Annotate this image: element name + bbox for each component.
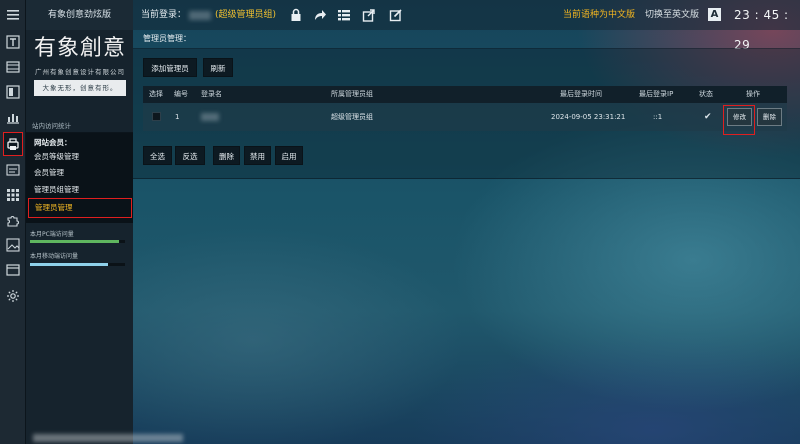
text-icon[interactable]: [3, 32, 23, 52]
username-redacted: [189, 11, 211, 20]
table-header: 选择 编号 登录名 所属管理员组 最后登录时间 最后登录IP 状态 操作: [143, 86, 787, 103]
language-icon[interactable]: A: [708, 8, 721, 21]
top-bar: 当前登录： (超级管理员组) 当前语种为中文版 切换至英文版 A 23 : 45…: [133, 0, 800, 52]
html-icon[interactable]: [3, 160, 23, 180]
table-row: 1 超级管理员组 2024-09-05 23:31:21 ::1 ✔ 修改 删除: [143, 103, 787, 131]
status-check-icon: ✔: [704, 112, 712, 122]
lock-icon[interactable]: [288, 7, 304, 23]
enable-button[interactable]: 启用: [275, 146, 303, 165]
add-admin-button[interactable]: 添加管理员: [143, 58, 197, 77]
row-id: 1: [175, 113, 180, 121]
col-last-login-time: 最后登录时间: [560, 90, 602, 98]
footer-redacted: [33, 434, 183, 442]
col-actions: 操作: [746, 90, 760, 98]
menu-icon[interactable]: [0, 0, 26, 30]
refresh-button[interactable]: 刷新: [203, 58, 233, 77]
invert-selection-button[interactable]: 反选: [175, 146, 205, 165]
sidebar-item-member-levels[interactable]: 会员等级管理: [26, 149, 133, 165]
col-group: 所属管理员组: [331, 90, 373, 98]
window-icon[interactable]: [3, 260, 23, 280]
sidebar: 有象创意劲炫版 有象創意 广州有象创意设计有限公司 大象无形，创意有形。 站内访…: [26, 0, 133, 444]
pc-visits-label: 本月PC端访问量: [30, 231, 74, 238]
row-group: 超级管理员组: [331, 113, 373, 121]
puzzle-icon[interactable]: [3, 210, 23, 230]
mobile-visits-label: 本月移动端访问量: [30, 253, 79, 260]
admin-app: 有象创意劲炫版 有象創意 广州有象创意设计有限公司 大象无形，创意有形。 站内访…: [0, 0, 800, 444]
divider: [133, 178, 800, 179]
current-login-label: 当前登录：: [141, 10, 187, 20]
delete-row-button[interactable]: 删除: [757, 108, 782, 126]
printer-icon[interactable]: [3, 132, 23, 156]
layout-icon[interactable]: [3, 57, 23, 77]
logo-wordmark: 有象創意: [33, 36, 126, 61]
chart-icon[interactable]: [3, 107, 23, 127]
image-icon[interactable]: [3, 235, 23, 255]
row-last-login-ip: ::1: [653, 113, 663, 121]
page-title: 管理员管理：: [143, 34, 191, 43]
user-group-label: (超级管理员组): [215, 10, 277, 20]
logo-company-name: 广州有象创意设计有限公司: [35, 68, 125, 76]
col-id: 编号: [174, 90, 188, 98]
gear-icon[interactable]: [3, 286, 23, 306]
pc-visits-bar-fill: [30, 240, 120, 243]
edit-window-icon[interactable]: [388, 7, 404, 23]
frame-icon[interactable]: [3, 82, 23, 102]
highlight-box: [723, 105, 755, 135]
export-icon[interactable]: [361, 7, 377, 23]
sidebar-section-stats: 站内访问统计: [26, 120, 133, 133]
col-last-login-ip: 最后登录IP: [639, 90, 674, 98]
sidebar-title: 有象创意劲炫版: [26, 0, 133, 30]
share-icon[interactable]: [312, 7, 328, 23]
icon-rail: [0, 0, 26, 444]
col-login-name: 登录名: [201, 90, 222, 98]
logo-slogan: 大象无形，创意有形。: [34, 80, 126, 96]
sidebar-item-admins[interactable]: 管理员管理: [28, 198, 132, 218]
mobile-visits-bar-fill: [30, 263, 108, 266]
bulk-delete-button[interactable]: 删除: [213, 146, 240, 165]
disable-button[interactable]: 禁用: [244, 146, 271, 165]
row-login-name-redacted: [201, 113, 219, 121]
sidebar-item-admin-groups[interactable]: 管理员组管理: [26, 182, 133, 198]
switch-language-link[interactable]: 切换至英文版: [645, 0, 699, 30]
mobile-visits-bar: [30, 263, 125, 266]
current-language: 当前语种为中文版: [563, 10, 636, 20]
col-select: 选择: [149, 90, 163, 98]
main-area: 当前登录： (超级管理员组) 当前语种为中文版 切换至英文版 A 23 : 45…: [33, 0, 800, 444]
company-logo: 有象創意 广州有象创意设计有限公司 大象无形，创意有形。: [30, 32, 130, 100]
col-status: 状态: [699, 90, 713, 98]
grid-icon[interactable]: [3, 185, 23, 205]
pc-visits-bar: [30, 240, 125, 243]
list-icon[interactable]: [336, 7, 352, 23]
row-last-login-time: 2024-09-05 23:31:21: [551, 113, 626, 121]
row-select-checkbox[interactable]: [152, 112, 161, 121]
select-all-button[interactable]: 全选: [143, 146, 172, 165]
sidebar-item-members[interactable]: 会员管理: [26, 165, 133, 181]
